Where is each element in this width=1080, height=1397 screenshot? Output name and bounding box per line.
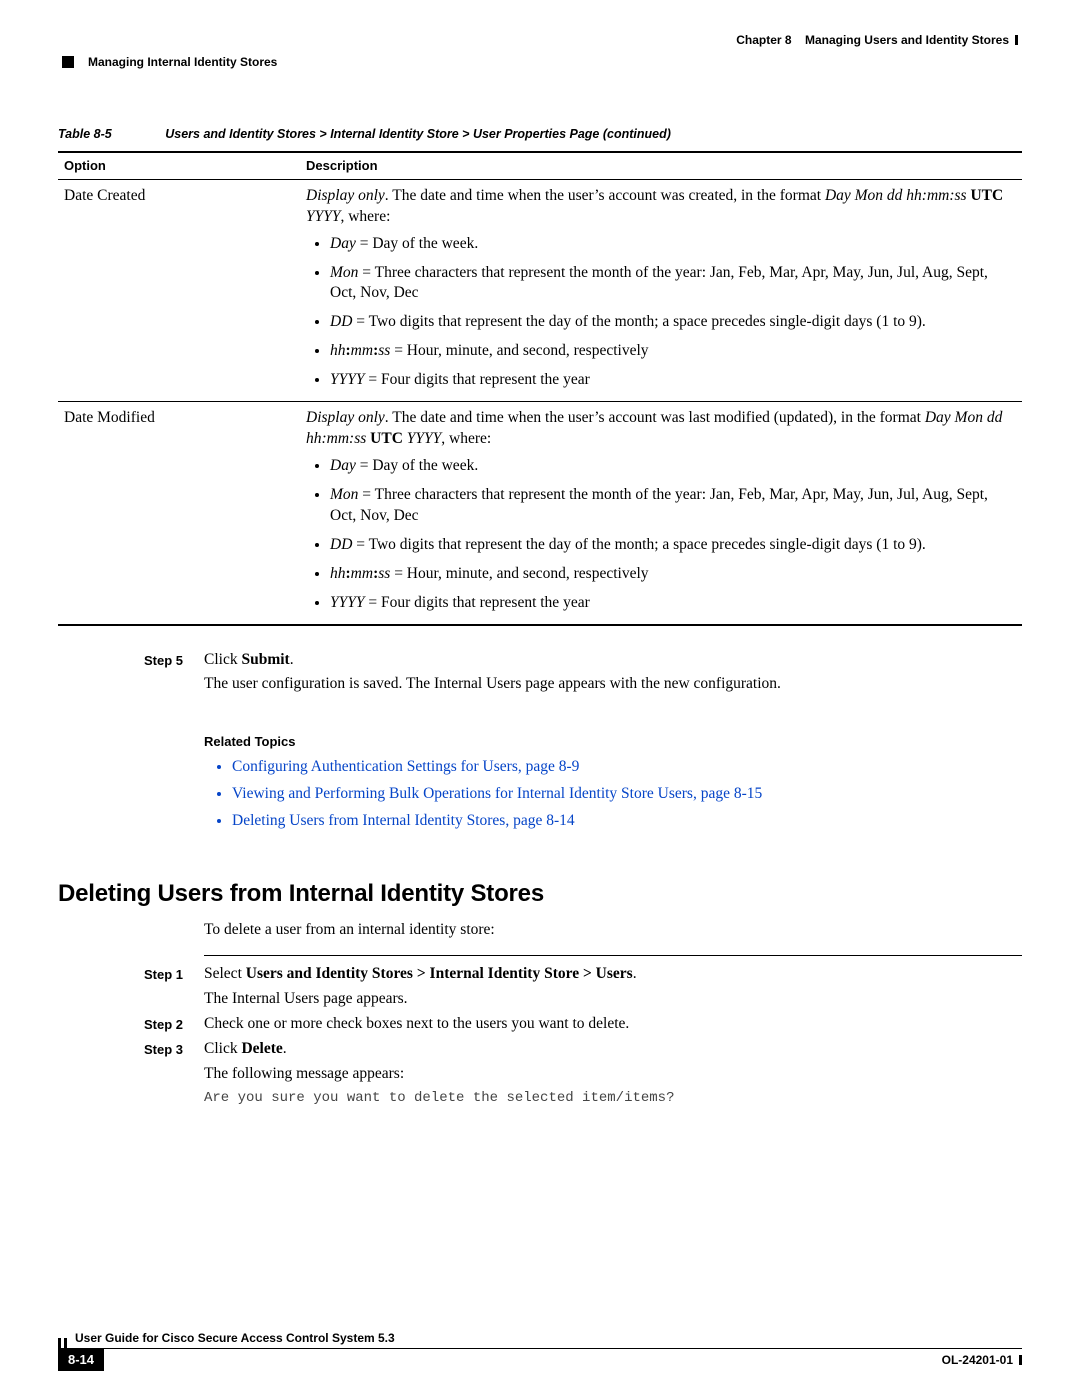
list-item: YYYY = Four digits that represent the ye… — [330, 370, 1016, 391]
step-row: Step 2Check one or more check boxes next… — [144, 1014, 1022, 1035]
section-intro: To delete a user from an internal identi… — [204, 920, 1022, 941]
table-label: Table 8-5 — [58, 127, 162, 141]
footer-rule-icon — [58, 1338, 61, 1348]
option-cell: Date Created — [58, 179, 300, 401]
step-label: Step 1 — [144, 964, 204, 1010]
related-link[interactable]: Configuring Authentication Settings for … — [232, 757, 1022, 778]
list-item: DD = Two digits that represent the day o… — [330, 312, 1016, 333]
running-header-left: Managing Internal Identity Stores — [62, 54, 1022, 70]
list-item: hh:mm:ss = Hour, minute, and second, res… — [330, 564, 1016, 585]
step-row: Step 1Select Users and Identity Stores >… — [144, 964, 1022, 1010]
step-label: Step 3 — [144, 1039, 204, 1085]
table-caption: Table 8-5 Users and Identity Stores > In… — [58, 126, 1022, 143]
list-item: hh:mm:ss = Hour, minute, and second, res… — [330, 341, 1016, 362]
table-row: Date ModifiedDisplay only. The date and … — [58, 402, 1022, 625]
chapter-title: Managing Users and Identity Stores — [805, 32, 1009, 48]
description-cell: Display only. The date and time when the… — [300, 179, 1022, 401]
list-item: DD = Two digits that represent the day o… — [330, 535, 1016, 556]
list-item: Day = Day of the week. — [330, 234, 1016, 255]
step-label: Step 2 — [144, 1014, 204, 1035]
step-body: Select Users and Identity Stores > Inter… — [204, 964, 1022, 1010]
running-header-right: Chapter 8 Managing Users and Identity St… — [58, 32, 1018, 48]
step-body: Click Delete.The following message appea… — [204, 1039, 1022, 1085]
page-footer: User Guide for Cisco Secure Access Contr… — [58, 1330, 1022, 1371]
col-option: Option — [58, 152, 300, 179]
properties-table: Option Description Date CreatedDisplay o… — [58, 151, 1022, 625]
confirm-message: Are you sure you want to delete the sele… — [204, 1089, 1022, 1108]
related-links: Configuring Authentication Settings for … — [204, 757, 1022, 832]
footer-rule-icon — [64, 1338, 67, 1348]
related-topics-heading: Related Topics — [204, 733, 1022, 751]
footer-rule-icon — [1019, 1355, 1022, 1365]
square-icon — [62, 56, 74, 68]
section-heading: Deleting Users from Internal Identity St… — [58, 878, 1022, 910]
list-item: YYYY = Four digits that represent the ye… — [330, 593, 1016, 614]
header-rule-icon — [1015, 35, 1018, 45]
table-row: Date CreatedDisplay only. The date and t… — [58, 179, 1022, 401]
page-number: 8-14 — [58, 1349, 104, 1371]
chapter-label: Chapter 8 — [736, 32, 791, 48]
list-item: Mon = Three characters that represent th… — [330, 263, 1016, 305]
list-item: Mon = Three characters that represent th… — [330, 485, 1016, 527]
table-title: Users and Identity Stores > Internal Ide… — [165, 127, 671, 141]
section-title: Managing Internal Identity Stores — [88, 54, 277, 70]
separator — [204, 955, 1022, 956]
related-link[interactable]: Viewing and Performing Bulk Operations f… — [232, 784, 1022, 805]
related-link[interactable]: Deleting Users from Internal Identity St… — [232, 811, 1022, 832]
footer-book-title: User Guide for Cisco Secure Access Contr… — [75, 1330, 395, 1348]
step-5-result: The user configuration is saved. The Int… — [204, 674, 1022, 695]
doc-number: OL-24201-01 — [942, 1352, 1013, 1368]
step-5-body: Click Submit. The user configuration is … — [204, 650, 1022, 696]
option-cell: Date Modified — [58, 402, 300, 625]
col-description: Description — [300, 152, 1022, 179]
step-5-label: Step 5 — [144, 650, 204, 696]
description-cell: Display only. The date and time when the… — [300, 402, 1022, 625]
page: Chapter 8 Managing Users and Identity St… — [0, 0, 1080, 1397]
step-body: Check one or more check boxes next to th… — [204, 1014, 1022, 1035]
list-item: Day = Day of the week. — [330, 456, 1016, 477]
step-5-block: Step 5 Click Submit. The user configurat… — [58, 650, 1022, 696]
step-row: Step 3Click Delete.The following message… — [144, 1039, 1022, 1085]
